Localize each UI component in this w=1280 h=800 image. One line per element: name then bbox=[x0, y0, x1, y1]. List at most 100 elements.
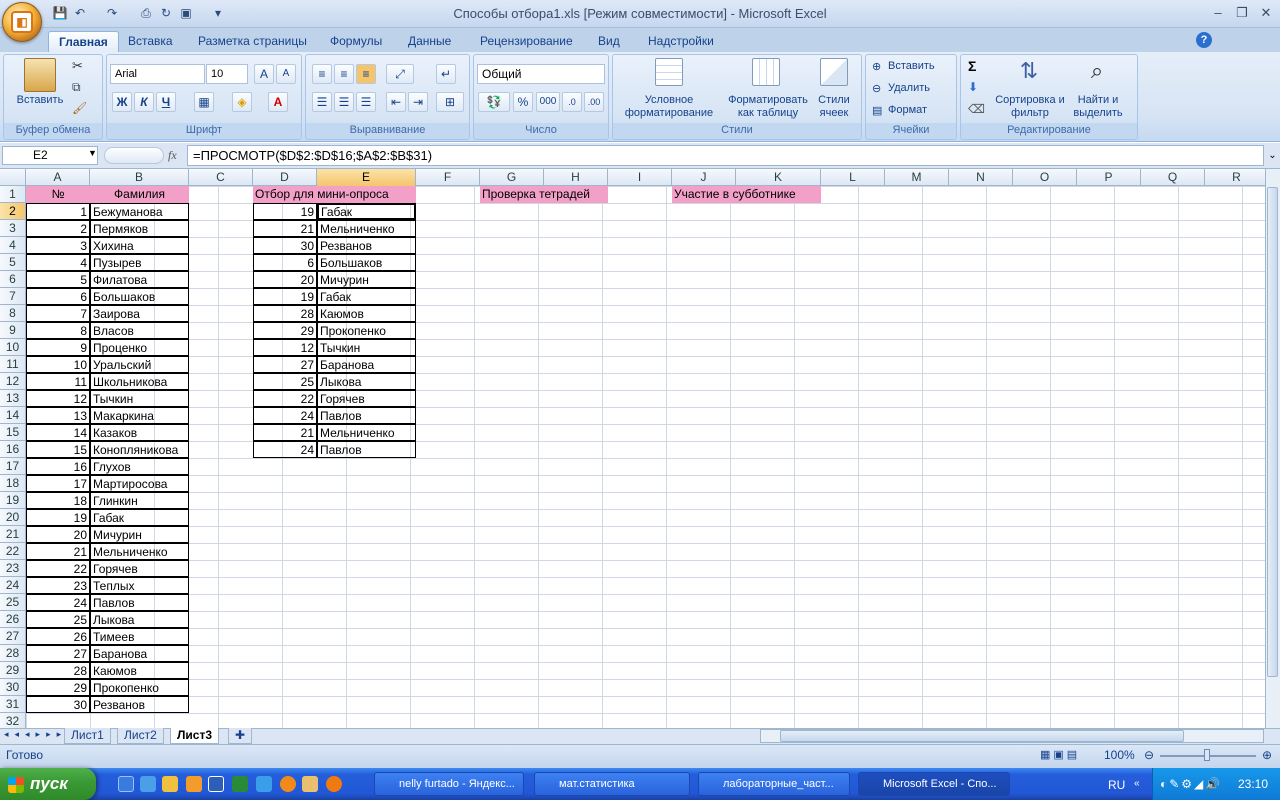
column-header-A[interactable]: A bbox=[26, 169, 90, 186]
worksheet-grid[interactable]: № Фамилия Отбор для мини-опроса Проверка те… bbox=[26, 186, 1265, 728]
cell-styles-icon[interactable] bbox=[820, 58, 848, 86]
quick-access-icon[interactable]: ▣ bbox=[178, 5, 194, 21]
cell-B16[interactable]: Конопляникова bbox=[90, 441, 189, 458]
cell-D8[interactable]: 28 bbox=[253, 305, 317, 322]
row-header-16[interactable]: 16 bbox=[0, 441, 26, 458]
cell-E10[interactable]: Тычкин bbox=[317, 339, 416, 356]
shrink-font-icon[interactable]: A bbox=[276, 64, 296, 84]
redo-icon[interactable]: ↷ bbox=[104, 5, 120, 21]
print-icon[interactable]: ⎙ bbox=[138, 5, 154, 21]
column-header-Q[interactable]: Q bbox=[1141, 169, 1205, 186]
font-size-select[interactable]: 10 bbox=[206, 64, 248, 84]
format-cells-icon[interactable]: ▤ bbox=[872, 104, 882, 117]
column-header-C[interactable]: C bbox=[189, 169, 253, 186]
column-header-B[interactable]: B bbox=[90, 169, 189, 186]
view-buttons[interactable]: ▦▣▤ bbox=[1040, 748, 1100, 761]
cell-E5[interactable]: Большаков bbox=[317, 254, 416, 271]
cell-B21[interactable]: Мичурин bbox=[90, 526, 189, 543]
sheet-nav-arrows[interactable]: ◂◂◂▸▸▸ bbox=[4, 729, 67, 740]
cell-B22[interactable]: Мельниченко bbox=[90, 543, 189, 560]
tab-home[interactable]: Главная bbox=[48, 31, 119, 52]
formula-input[interactable]: =ПРОСМОТР($D$2:$D$16;$A$2:$B$31) bbox=[187, 145, 1264, 166]
align-top-icon[interactable]: ≡ bbox=[312, 64, 332, 84]
column-header-N[interactable]: N bbox=[949, 169, 1013, 186]
cell-A31[interactable]: 30 bbox=[26, 696, 90, 713]
cell-A2[interactable]: 1 bbox=[26, 203, 90, 220]
row-header-29[interactable]: 29 bbox=[0, 662, 26, 679]
vertical-scroll-thumb[interactable] bbox=[1267, 187, 1278, 677]
tab-data[interactable]: Данные bbox=[398, 31, 461, 52]
row-header-4[interactable]: 4 bbox=[0, 237, 26, 254]
ie-icon[interactable] bbox=[256, 776, 272, 792]
cell-B5[interactable]: Пузырев bbox=[90, 254, 189, 271]
column-header-I[interactable]: I bbox=[608, 169, 672, 186]
row-header-12[interactable]: 12 bbox=[0, 373, 26, 390]
font-name-select[interactable]: Arial bbox=[110, 64, 205, 84]
select-all[interactable] bbox=[0, 169, 26, 186]
cell-B12[interactable]: Школьникова bbox=[90, 373, 189, 390]
cell-B1[interactable]: Фамилия bbox=[90, 186, 189, 203]
cell-A19[interactable]: 18 bbox=[26, 492, 90, 509]
format-as-table-button[interactable]: Форматировать как таблицу bbox=[724, 94, 812, 120]
column-header-D[interactable]: D bbox=[253, 169, 317, 186]
row-header-14[interactable]: 14 bbox=[0, 407, 26, 424]
formula-splitter[interactable] bbox=[104, 147, 164, 164]
paste-button[interactable]: Вставить bbox=[12, 94, 68, 107]
cell-A27[interactable]: 26 bbox=[26, 628, 90, 645]
office-button[interactable]: ◧ bbox=[2, 2, 42, 42]
quicklaunch-icon-6[interactable] bbox=[232, 776, 248, 792]
row-header-3[interactable]: 3 bbox=[0, 220, 26, 237]
row-header-21[interactable]: 21 bbox=[0, 526, 26, 543]
cell-B31[interactable]: Резванов bbox=[90, 696, 189, 713]
zoom-in-icon[interactable]: ⊕ bbox=[1262, 748, 1272, 762]
row-header-23[interactable]: 23 bbox=[0, 560, 26, 577]
cell-A4[interactable]: 3 bbox=[26, 237, 90, 254]
cell-A20[interactable]: 19 bbox=[26, 509, 90, 526]
cell-E16[interactable]: Павлов bbox=[317, 441, 416, 458]
tab-formulas[interactable]: Формулы bbox=[320, 31, 392, 52]
zoom-out-icon[interactable]: ⊖ bbox=[1144, 748, 1154, 762]
name-box[interactable]: E2 bbox=[2, 146, 98, 165]
cell-E4[interactable]: Резванов bbox=[317, 237, 416, 254]
cell-A16[interactable]: 15 bbox=[26, 441, 90, 458]
cell-G1[interactable]: Проверка тетрадей bbox=[480, 186, 608, 203]
cell-D6[interactable]: 20 bbox=[253, 271, 317, 288]
cell-B24[interactable]: Теплых bbox=[90, 577, 189, 594]
format-cells-button[interactable]: Формат bbox=[888, 104, 927, 117]
cell-D1[interactable]: Отбор для мини-опроса bbox=[253, 186, 416, 203]
insert-function-button[interactable]: fx bbox=[168, 148, 177, 163]
cell-A9[interactable]: 8 bbox=[26, 322, 90, 339]
sort-filter-button[interactable]: Сортировка и фильтр bbox=[994, 94, 1066, 120]
cell-D9[interactable]: 29 bbox=[253, 322, 317, 339]
quicklaunch-icon-2[interactable] bbox=[140, 776, 156, 792]
row-header-31[interactable]: 31 bbox=[0, 696, 26, 713]
cell-B26[interactable]: Лыкова bbox=[90, 611, 189, 628]
column-header-L[interactable]: L bbox=[821, 169, 885, 186]
cut-icon[interactable]: ✂ bbox=[72, 58, 83, 74]
cell-D7[interactable]: 19 bbox=[253, 288, 317, 305]
sort-filter-icon[interactable]: ⇅ bbox=[1014, 58, 1044, 88]
cell-A23[interactable]: 22 bbox=[26, 560, 90, 577]
cell-E14[interactable]: Павлов bbox=[317, 407, 416, 424]
row-header-13[interactable]: 13 bbox=[0, 390, 26, 407]
help-icon[interactable]: ? bbox=[1196, 32, 1212, 48]
column-header-O[interactable]: O bbox=[1013, 169, 1077, 186]
cell-A25[interactable]: 24 bbox=[26, 594, 90, 611]
sheet-tab-2[interactable]: Лист2 bbox=[117, 728, 164, 744]
cell-B4[interactable]: Хихина bbox=[90, 237, 189, 254]
cell-D13[interactable]: 22 bbox=[253, 390, 317, 407]
cell-E13[interactable]: Горячев bbox=[317, 390, 416, 407]
row-header-22[interactable]: 22 bbox=[0, 543, 26, 560]
row-header-5[interactable]: 5 bbox=[0, 254, 26, 271]
align-bottom-icon[interactable]: ≡ bbox=[356, 64, 376, 84]
tray-icons[interactable]: ◐✎⚙◢🔊 bbox=[1160, 777, 1222, 791]
cell-A7[interactable]: 6 bbox=[26, 288, 90, 305]
refresh-icon[interactable]: ↻ bbox=[158, 5, 174, 21]
cell-A28[interactable]: 27 bbox=[26, 645, 90, 662]
cell-A15[interactable]: 14 bbox=[26, 424, 90, 441]
cell-A18[interactable]: 17 bbox=[26, 475, 90, 492]
taskbar-window-3[interactable]: лабораторные_част... bbox=[698, 772, 850, 796]
cell-E8[interactable]: Каюмов bbox=[317, 305, 416, 322]
paste-icon[interactable] bbox=[24, 58, 56, 92]
row-header-30[interactable]: 30 bbox=[0, 679, 26, 696]
